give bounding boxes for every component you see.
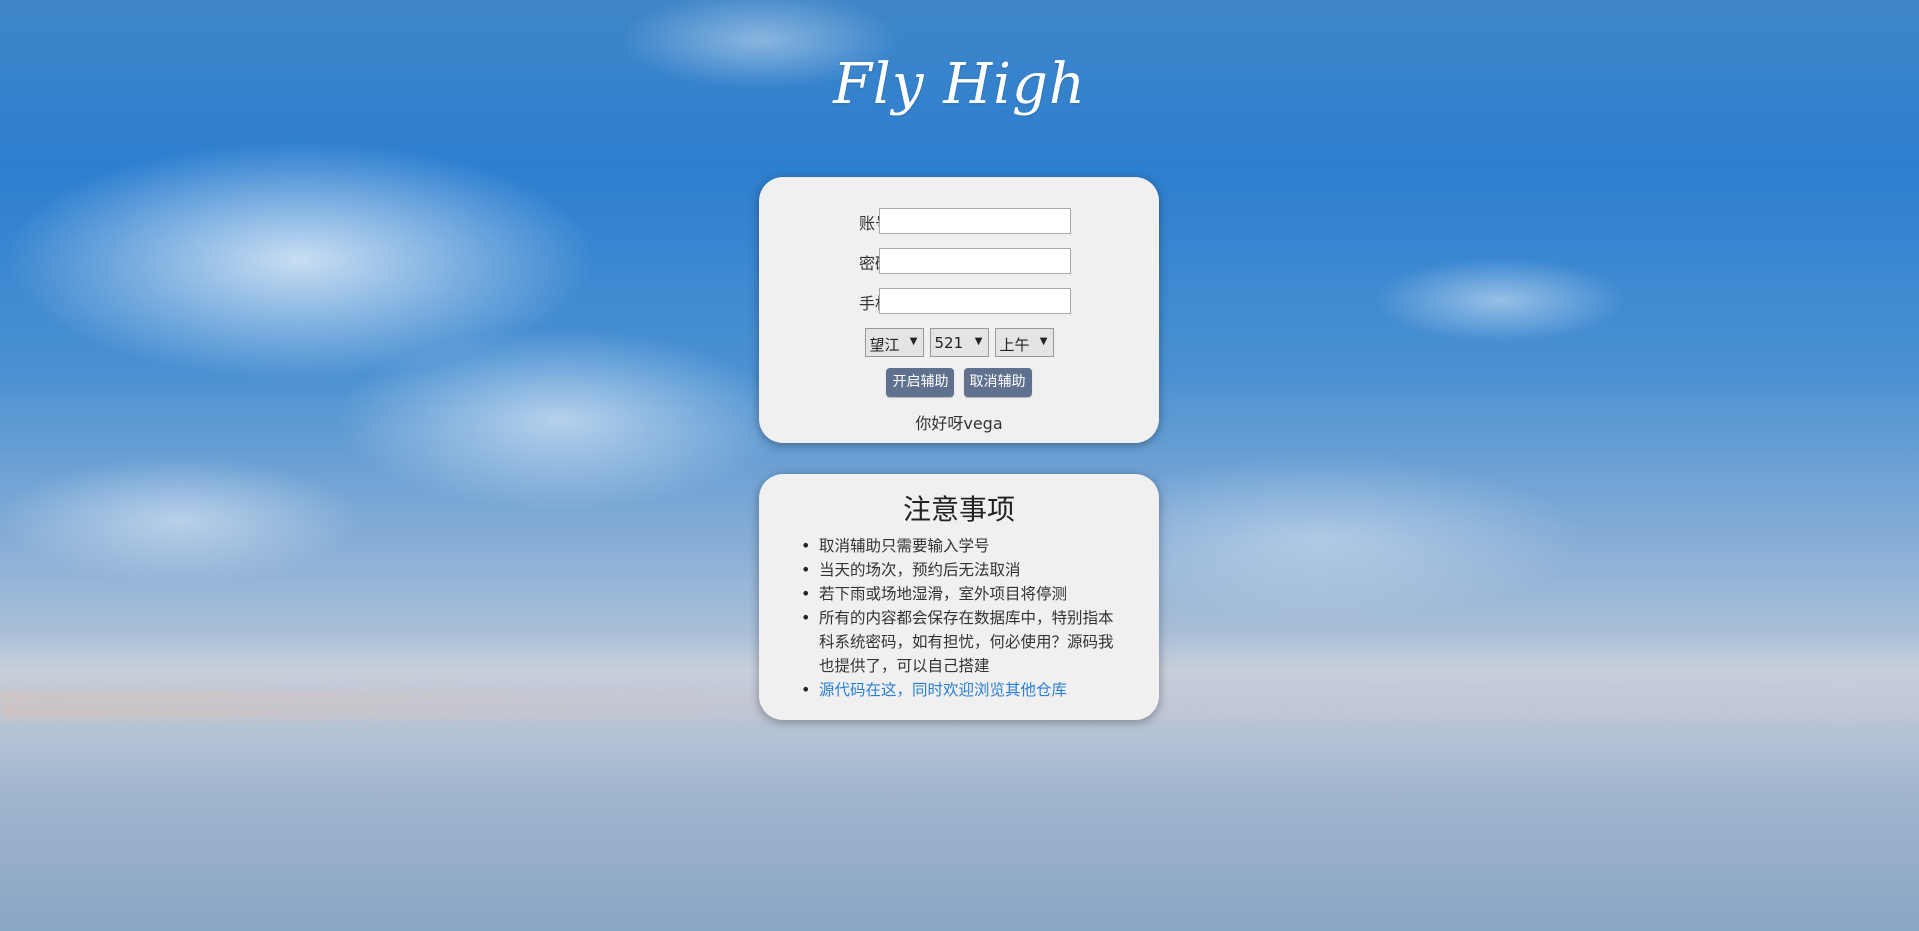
notes-list: 取消辅助只需要输入学号 当天的场次，预约后无法取消 若下雨或场地湿滑，室外项目将… xyxy=(801,534,1119,702)
option-selects: 望江 ▼ 521 ▼ 上午 ▼ xyxy=(759,328,1159,357)
action-buttons: 开启辅助 取消辅助 xyxy=(759,368,1159,397)
greeting-text: 你好呀vega xyxy=(915,414,1003,433)
list-item: 所有的内容都会保存在数据库中，特别指本科系统密码，如有担忧，何必使用？源码我也提… xyxy=(801,606,1119,678)
account-row: 账号 xyxy=(759,208,1159,238)
campus-select[interactable]: 望江 ▼ xyxy=(864,328,924,357)
notes-card: 注意事项 取消辅助只需要输入学号 当天的场次，预约后无法取消 若下雨或场地湿滑，… xyxy=(759,474,1159,720)
account-input[interactable] xyxy=(879,208,1071,234)
list-item: 若下雨或场地湿滑，室外项目将停测 xyxy=(801,582,1119,606)
time-select[interactable]: 上午 ▼ xyxy=(994,328,1054,357)
phone-row: 手机 xyxy=(759,288,1159,318)
chevron-down-icon: ▼ xyxy=(1039,336,1048,347)
campus-select-value: 望江 xyxy=(869,336,900,354)
chevron-down-icon: ▼ xyxy=(909,336,918,347)
password-input[interactable] xyxy=(879,248,1071,274)
list-item: 当天的场次，预约后无法取消 xyxy=(801,558,1119,582)
time-select-value: 上午 xyxy=(999,336,1030,354)
login-card: 账号 密码 手机 望江 ▼ 521 ▼ 上午 ▼ 开启辅助 取消辅助 你好呀ve… xyxy=(759,177,1159,443)
code-select-value: 521 xyxy=(934,334,964,352)
phone-input[interactable] xyxy=(879,288,1071,314)
cancel-assist-button[interactable]: 取消辅助 xyxy=(963,368,1032,397)
start-assist-button[interactable]: 开启辅助 xyxy=(886,368,955,397)
password-row: 密码 xyxy=(759,248,1159,278)
page-title: Fly High xyxy=(833,52,1086,117)
source-code-link[interactable]: 源代码在这，同时欢迎浏览其他仓库 xyxy=(801,678,1119,702)
code-select[interactable]: 521 ▼ xyxy=(929,328,989,357)
list-item: 取消辅助只需要输入学号 xyxy=(801,534,1119,558)
notes-title: 注意事项 xyxy=(902,493,1015,526)
sky-background xyxy=(0,0,1919,931)
chevron-down-icon: ▼ xyxy=(974,336,983,347)
